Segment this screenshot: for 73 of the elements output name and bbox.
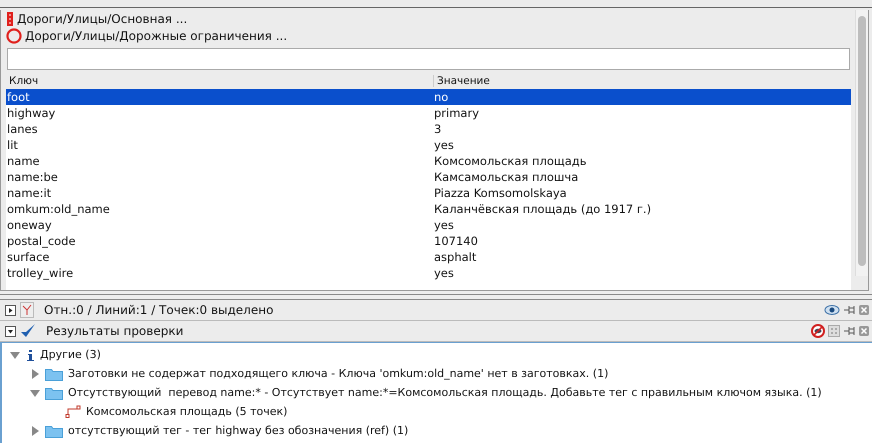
info-icon xyxy=(25,348,35,362)
value-cell-text: yes xyxy=(433,266,455,280)
table-row[interactable]: surface asphalt xyxy=(6,249,851,265)
close-icon xyxy=(858,304,870,316)
table-row[interactable]: oneway yes xyxy=(6,217,851,233)
value-cell-text: 3 xyxy=(433,122,442,136)
checkmark-icon xyxy=(20,323,36,339)
table-row[interactable]: name Комсомольская площадь xyxy=(6,153,851,169)
folder-icon xyxy=(45,424,63,438)
value-cell-text: 107140 xyxy=(433,234,479,248)
down-arrow-icon xyxy=(7,328,14,334)
value-cell-text: Piazza Komsomolskaya xyxy=(433,186,568,200)
tree-item[interactable]: Другие (3) xyxy=(40,348,101,361)
panel-title: Результаты проверки xyxy=(46,324,184,338)
way-icon xyxy=(65,404,81,418)
table-row[interactable]: lanes 3 xyxy=(6,121,851,137)
way-icon xyxy=(20,302,34,318)
filter-field[interactable] xyxy=(7,48,850,70)
key-cell-text: omkum:old_name xyxy=(6,202,111,216)
key-cell-text: name:it xyxy=(6,186,52,200)
ring-icon xyxy=(6,28,22,44)
folder-icon xyxy=(45,386,63,400)
collapse-toggle[interactable] xyxy=(5,326,16,336)
collapsed-arrow-icon[interactable] xyxy=(30,426,40,436)
blocked-eye-icon xyxy=(811,324,825,338)
pin-icon xyxy=(843,304,855,316)
expanded-arrow-icon[interactable] xyxy=(30,388,40,398)
value-cell-text: yes xyxy=(433,218,455,232)
table-row[interactable]: name:be Камсамольская плошча xyxy=(6,169,851,185)
bar-icon xyxy=(6,10,14,26)
value-cell-text: yes xyxy=(433,138,455,152)
tree-item[interactable]: Отсутствующий перевод name:* - Отсутствует name:*=Комсомольская площадь. Добавьте тег с правильным ключом языка. (1) xyxy=(68,386,822,399)
key-cell-text: name:be xyxy=(6,170,59,184)
table-row[interactable]: postal_code 107140 xyxy=(6,233,851,249)
key-cell-text: surface xyxy=(6,250,51,264)
expanded-arrow-icon[interactable] xyxy=(10,350,20,360)
key-cell-text: trolley_wire xyxy=(6,266,74,280)
tree-item[interactable]: отсутствующий тег - тег highway без обозначения (ref) (1) xyxy=(68,424,408,437)
tree-item[interactable]: Заготовки не содержат подходящего ключа - Ключа 'omkum:old_name' нет в заготовках. (1) xyxy=(68,367,608,380)
column-header[interactable]: Значение xyxy=(433,75,851,87)
key-cell-text: highway xyxy=(6,106,56,120)
preset-link[interactable]: Дороги/Улицы/Дорожные ограничения ... xyxy=(25,28,288,42)
key-cell-text: foot xyxy=(6,90,31,104)
grid-icon xyxy=(828,325,840,337)
key-cell-text: postal_code xyxy=(6,234,77,248)
value-cell-text: Каланчёвская площадь (до 1917 г.) xyxy=(433,202,652,216)
tree-item[interactable]: Комсомольская площадь (5 точек) xyxy=(86,405,288,418)
value-cell-text: primary xyxy=(433,106,480,120)
preset-link[interactable]: Дороги/Улицы/Основная ... xyxy=(17,12,188,26)
value-cell-text: Комсомольская площадь xyxy=(433,154,588,168)
table-row[interactable]: trolley_wire yes xyxy=(6,265,851,281)
panel-title: Отн.:0 / Линий:1 / Точек:0 выделено xyxy=(44,303,274,317)
value-cell-text: Камсамольская плошча xyxy=(433,170,580,184)
key-cell-text: oneway xyxy=(6,218,53,232)
table-row[interactable]: highway primary xyxy=(6,105,851,121)
right-arrow-icon xyxy=(7,306,14,314)
key-cell-text: lit xyxy=(6,138,19,152)
folder-icon xyxy=(45,366,63,380)
table-row[interactable]: name:it Piazza Komsomolskaya xyxy=(6,185,851,201)
pin-icon xyxy=(843,325,855,337)
table-row[interactable]: omkum:old_name Каланчёвская площадь (до 1917 г.) xyxy=(6,201,851,217)
table-row[interactable]: lit yes xyxy=(6,137,851,153)
scrollbar-thumb[interactable] xyxy=(858,16,866,266)
key-cell-text: name xyxy=(6,154,41,168)
expand-toggle[interactable] xyxy=(5,304,16,316)
eye-icon xyxy=(824,304,840,316)
column-header[interactable]: Ключ xyxy=(6,75,433,87)
selected-row[interactable]: foot no xyxy=(6,89,851,105)
key-cell-text: lanes xyxy=(6,122,39,136)
value-cell-text: asphalt xyxy=(433,250,478,264)
value-cell-text: no xyxy=(433,90,450,104)
collapsed-arrow-icon[interactable] xyxy=(30,368,40,378)
close-icon xyxy=(858,325,870,337)
